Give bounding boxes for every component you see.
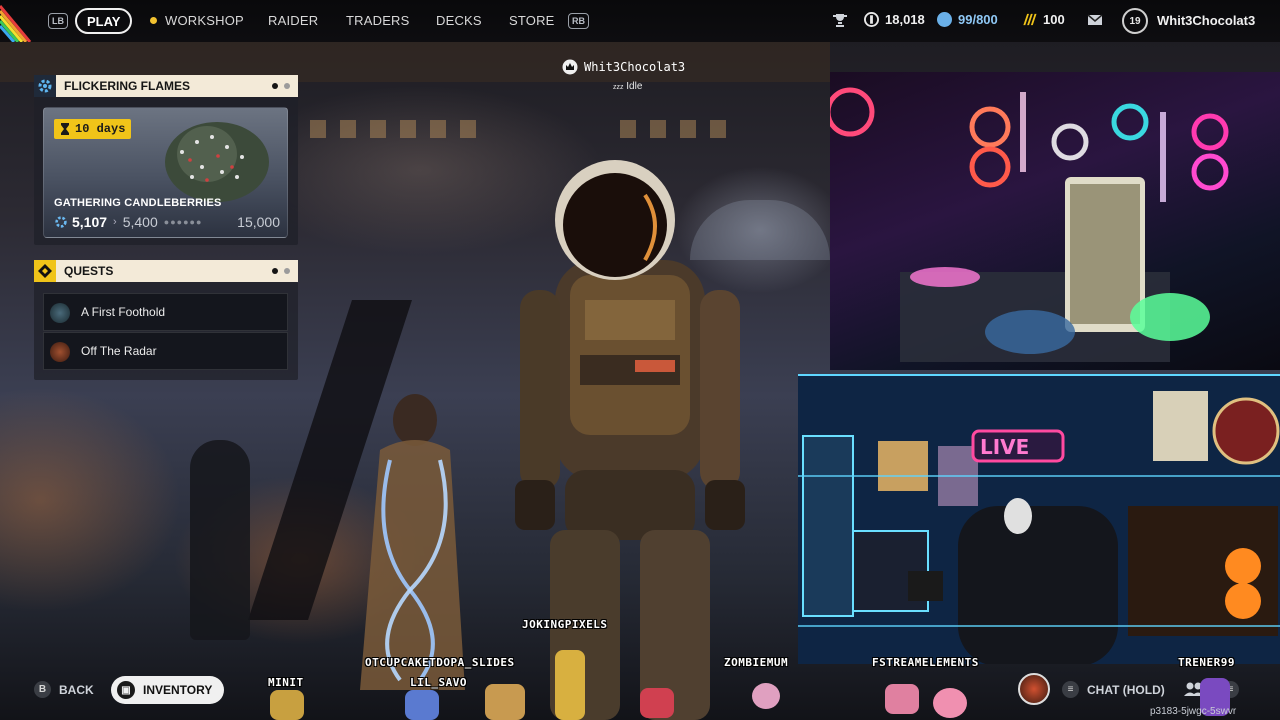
progress-goal: 15,000	[237, 214, 280, 230]
overlay-avatar-sprite	[485, 684, 525, 720]
page-indicator	[272, 268, 290, 274]
overlay-avatar-sprite	[270, 690, 304, 720]
chat-hold-button[interactable]: ≡ CHAT (HOLD)	[1062, 681, 1165, 698]
quest-item-a-first-foothold[interactable]: A First Foothold	[43, 293, 288, 331]
svg-text:LIVE: LIVE	[980, 435, 1029, 459]
rainbow-stripe-logo	[0, 5, 32, 42]
player-character-astronaut	[515, 160, 745, 720]
quest-label: Off The Radar	[81, 344, 157, 358]
overlay-avatar-sprite	[752, 683, 780, 709]
candleberry-tree-image	[165, 122, 269, 202]
coin-amount: 18,018	[885, 12, 925, 27]
mail-icon[interactable]	[1087, 12, 1103, 26]
inventory-button-icon: ▣	[117, 681, 135, 699]
progress-pips: ●●●●●●	[163, 217, 203, 227]
material-amount: 99/800	[958, 12, 998, 27]
diamond-icon	[34, 260, 56, 282]
quest-label: A First Foothold	[81, 305, 166, 319]
event-timer-badge: 10 days	[54, 119, 132, 139]
notification-dot-icon	[150, 17, 157, 24]
quests-panel-title: QUESTS	[64, 264, 114, 278]
player-avatar-icon[interactable]	[1018, 673, 1050, 705]
quest-giver-avatar-icon	[50, 303, 70, 323]
overlay-viewer-name: TRENER99	[1178, 656, 1235, 669]
hourglass-icon	[61, 123, 69, 135]
coin-currency: 18,018	[864, 12, 925, 27]
nav-tab-play[interactable]: PLAY	[75, 8, 133, 34]
webcam-overlay-streamer: LIVE	[798, 374, 1280, 664]
player-nameplate: Whit3Chocolat3	[562, 59, 685, 75]
chevron-right-icon: ›	[113, 216, 117, 228]
coin-icon	[864, 12, 879, 27]
top-navigation-bar: LB PLAY WORKSHOP RAIDER TRADERS DECKS ST…	[0, 0, 1280, 42]
top-username[interactable]: Whit3Chocolat3	[1157, 13, 1255, 28]
overlay-viewer-name: OTCUPCAKETDOPA_SLIDES	[365, 656, 515, 669]
inventory-label: INVENTORY	[143, 683, 213, 697]
gear-small-icon	[55, 216, 67, 228]
event-timer-text: 10 days	[75, 122, 126, 136]
back-button[interactable]: B BACK	[34, 681, 94, 698]
page-indicator	[272, 83, 290, 89]
back-label: BACK	[59, 682, 94, 697]
sleep-icon: zzz	[613, 84, 624, 91]
player-status: zzz Idle	[613, 81, 642, 92]
trophy-icon[interactable]	[832, 12, 848, 28]
b-button-icon: B	[34, 681, 51, 698]
player-name-label: Whit3Chocolat3	[584, 60, 686, 74]
quest-giver-avatar-icon	[50, 342, 70, 362]
material-icon	[937, 12, 952, 27]
player-level-badge[interactable]: 19	[1122, 8, 1148, 34]
overlay-viewer-name: JOKINGPIXELS	[522, 618, 608, 631]
quest-item-off-the-radar[interactable]: Off The Radar	[43, 332, 288, 370]
overlay-avatar-sprite	[640, 688, 674, 718]
premium-currency: 100	[1021, 12, 1065, 27]
overlay-viewer-name: ZOMBIEMUM	[724, 656, 789, 669]
player-status-label: Idle	[626, 81, 643, 92]
event-card[interactable]: 10 days GATHERING CANDLEBERRIES 5,107 › …	[43, 107, 288, 238]
nav-tab-workshop[interactable]: WORKSHOP	[165, 13, 244, 28]
overlay-avatar-sprite	[405, 690, 439, 720]
nav-tab-decks[interactable]: DECKS	[436, 13, 482, 28]
menu-button-icon: ≡	[1062, 681, 1079, 698]
premium-amount: 100	[1043, 12, 1065, 27]
session-code: p3183-5jwgc-5swvr	[1150, 706, 1237, 717]
nav-tab-store[interactable]: STORE	[509, 13, 555, 28]
progress-current: 5,107	[72, 214, 108, 230]
quests-panel-header[interactable]: QUESTS	[34, 260, 298, 282]
overlay-avatar-sprite	[555, 650, 585, 720]
gear-icon	[34, 75, 56, 97]
overlay-viewer-name: LIL_SAVO	[410, 676, 467, 689]
event-progress: 5,107 › 5,400 ●●●●●● 15,000	[54, 214, 280, 230]
event-panel-header[interactable]: FLICKERING FLAMES	[34, 75, 298, 97]
robed-npc-figure	[360, 394, 465, 690]
nav-tab-traders[interactable]: TRADERS	[346, 13, 410, 28]
overlay-viewer-name: MINIT	[268, 676, 304, 689]
chat-label: CHAT (HOLD)	[1087, 682, 1165, 697]
overlay-avatar-sprite	[885, 684, 919, 714]
overlay-viewer-name: FSTREAMELEMENTS	[872, 656, 979, 669]
crown-icon	[562, 59, 578, 75]
lb-button-hint[interactable]: LB	[48, 13, 68, 29]
overlay-avatar-sprite	[933, 688, 967, 718]
event-name: GATHERING CANDLEBERRIES	[54, 197, 222, 209]
progress-next: 5,400	[122, 214, 158, 230]
inventory-button[interactable]: ▣ INVENTORY	[111, 676, 225, 704]
material-currency: 99/800	[937, 12, 998, 27]
event-panel-title: FLICKERING FLAMES	[64, 79, 190, 93]
nav-tab-raider[interactable]: RAIDER	[268, 13, 318, 28]
premium-coin-icon	[1023, 13, 1037, 26]
webcam-overlay-desk	[830, 72, 1280, 370]
rb-button-hint[interactable]: RB	[568, 13, 589, 29]
